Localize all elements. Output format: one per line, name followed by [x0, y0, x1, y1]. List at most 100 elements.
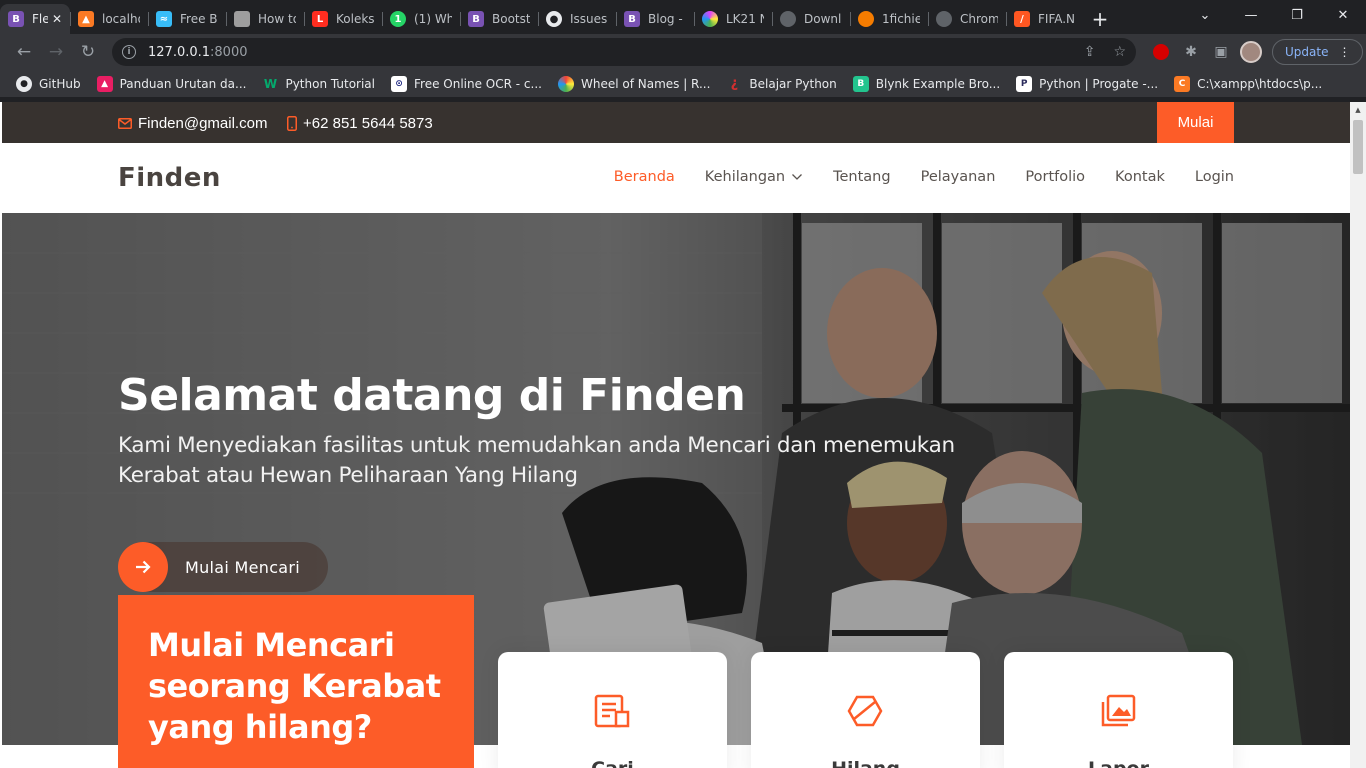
- nav-kehilangan[interactable]: Kehilangan: [705, 169, 803, 185]
- bookmarks-bar: ● GitHub ▲ Panduan Urutan da... W Python Tu…: [0, 70, 1366, 98]
- tab-label: Koleksi: [336, 12, 374, 26]
- bookmark-python-tutorial[interactable]: W Python Tutorial: [254, 76, 383, 92]
- bookmark-belajar-python[interactable]: ¿ Belajar Python: [718, 76, 844, 92]
- share-icon[interactable]: ⇪: [1084, 44, 1096, 60]
- tab-bootstrap[interactable]: B Bootstr: [460, 4, 538, 34]
- python-icon: ¿: [730, 76, 739, 91]
- phone-contact[interactable]: +62 851 5644 5873: [287, 115, 433, 132]
- forward-icon[interactable]: →: [40, 37, 72, 67]
- sidebar-icon[interactable]: ▣: [1206, 44, 1236, 60]
- fifa-icon: /: [1014, 11, 1030, 27]
- tab-label: Downl: [804, 12, 842, 26]
- blynk-icon: B: [852, 75, 869, 92]
- back-icon[interactable]: ←: [8, 37, 40, 67]
- bookmark-github[interactable]: ● GitHub: [8, 75, 89, 92]
- tab-label: Chrom: [960, 12, 998, 26]
- bookmark-blynk[interactable]: B Blynk Example Bro...: [845, 75, 1008, 92]
- bookmark-wheel[interactable]: Wheel of Names | R...: [550, 75, 718, 92]
- nav-tentang[interactable]: Tentang: [833, 169, 890, 185]
- chevron-down-icon[interactable]: ⌄: [1182, 0, 1228, 30]
- new-tab-button[interactable]: +: [1084, 4, 1116, 34]
- mulai-mencari-button[interactable]: Mulai Mencari: [118, 542, 328, 592]
- images-icon: [1101, 694, 1136, 727]
- xampp-icon: C: [1174, 75, 1191, 92]
- tab-label: Flex: [32, 12, 48, 26]
- tab-label: 1fichie: [882, 12, 920, 26]
- hexagon-icon: [847, 695, 883, 727]
- phone-text: +62 851 5644 5873: [303, 115, 433, 132]
- feature-card[interactable]: Hilang: [751, 652, 980, 768]
- tab-koleksi[interactable]: L Koleksi: [304, 4, 382, 34]
- promo-card: Mulai Mencari seorang Kerabat yang hilan…: [118, 595, 474, 768]
- email-contact[interactable]: Finden@gmail.com: [118, 115, 267, 132]
- mulai-button[interactable]: Mulai: [1157, 102, 1234, 143]
- tab-download[interactable]: Downl: [772, 4, 850, 34]
- tab-1fichier[interactable]: 1fichie: [850, 4, 928, 34]
- info-icon[interactable]: i: [122, 45, 136, 59]
- feature-card[interactable]: Cari: [498, 652, 727, 768]
- scroll-up-icon[interactable]: ▲: [1350, 102, 1366, 118]
- avatar[interactable]: [1236, 41, 1266, 63]
- browser-toolbar: ← → ↻ i 127.0.0.1:8000 ⇪ ☆ ✱ ▣ Update ⋮: [0, 34, 1366, 70]
- tab-chrome[interactable]: Chrom: [928, 4, 1006, 34]
- bookmark-panduan[interactable]: ▲ Panduan Urutan da...: [89, 75, 255, 92]
- nav-portfolio[interactable]: Portfolio: [1025, 169, 1085, 185]
- tab-label: (1) Wha: [414, 12, 452, 26]
- bootstrap-icon: B: [624, 11, 640, 27]
- url-port: :8000: [210, 44, 248, 60]
- feature-card[interactable]: Lapor: [1004, 652, 1233, 768]
- tab-flex[interactable]: B Flex ✕: [0, 4, 70, 34]
- page-scrollbar[interactable]: ▲: [1350, 102, 1366, 768]
- bookmark-label: Wheel of Names | R...: [580, 76, 711, 91]
- chevron-down-icon: [792, 174, 803, 180]
- bookmark-ocr[interactable]: ⊙ Free Online OCR - c...: [383, 75, 550, 92]
- bookmark-progate[interactable]: P Python | Progate -...: [1008, 75, 1166, 92]
- site-logo[interactable]: Finden: [118, 163, 221, 193]
- bookmark-label: GitHub: [39, 76, 81, 91]
- nav-login[interactable]: Login: [1195, 169, 1234, 185]
- tab-blog[interactable]: B Blog -: [616, 4, 694, 34]
- document-icon: [594, 694, 630, 728]
- nav-pelayanan[interactable]: Pelayanan: [921, 169, 996, 185]
- navbar: Finden Beranda Kehilangan Tentang Pelaya…: [2, 143, 1350, 213]
- tab-how-to[interactable]: How to: [226, 4, 304, 34]
- tab-label: How to: [258, 12, 296, 26]
- adblock-icon[interactable]: [1146, 44, 1176, 60]
- scroll-thumb[interactable]: [1353, 120, 1363, 174]
- tab-free-bootstrap[interactable]: ≈ Free Bo: [148, 4, 226, 34]
- tab-label: FIFA.N: [1038, 12, 1076, 26]
- restore-icon[interactable]: ❐: [1274, 0, 1320, 30]
- tab-fifa[interactable]: / FIFA.N: [1006, 4, 1084, 34]
- globe-icon: [936, 11, 952, 27]
- update-label: Update: [1285, 45, 1329, 59]
- reload-icon[interactable]: ↻: [72, 37, 104, 67]
- extensions-icon[interactable]: ✱: [1176, 44, 1206, 60]
- globe-icon: [780, 11, 796, 27]
- bootstrap-icon: B: [8, 11, 24, 27]
- tab-whatsapp[interactable]: 1 (1) Wha: [382, 4, 460, 34]
- phone-icon: [287, 116, 297, 131]
- tab-localhost[interactable]: ▲ localho: [70, 4, 148, 34]
- bookmark-xampp[interactable]: C C:\xampp\htdocs\p...: [1166, 75, 1330, 92]
- tab-issues[interactable]: ● Issues: [538, 4, 616, 34]
- hero-title: Selamat datang di Finden: [118, 370, 746, 421]
- close-icon[interactable]: ✕: [52, 12, 62, 26]
- update-button[interactable]: Update ⋮: [1272, 39, 1364, 65]
- hero-subtitle: Kami Menyediakan fasilitas untuk memudah…: [118, 433, 955, 488]
- address-bar[interactable]: i 127.0.0.1:8000 ⇪ ☆: [112, 38, 1136, 66]
- star-icon[interactable]: ☆: [1113, 44, 1126, 60]
- progate-icon: P: [1016, 75, 1033, 92]
- close-window-icon[interactable]: ✕: [1320, 0, 1366, 30]
- tab-lk21[interactable]: LK21 N: [694, 4, 772, 34]
- tab-strip: B Flex ✕ ▲ localho ≈ Free Bo How to L Kolek…: [0, 0, 1366, 34]
- wheel-icon: [557, 75, 574, 92]
- minimize-icon[interactable]: —: [1228, 0, 1274, 30]
- nav-beranda[interactable]: Beranda: [614, 169, 675, 185]
- bookmark-label: Belajar Python: [749, 76, 837, 91]
- tab-label: localho: [102, 12, 140, 26]
- page-icon: [234, 11, 250, 27]
- nav-kontak[interactable]: Kontak: [1115, 169, 1165, 185]
- bookmark-label: Free Online OCR - c...: [414, 76, 542, 91]
- page: Finden@gmail.com +62 851 5644 5873 Mulai…: [2, 102, 1350, 768]
- envelope-icon: [118, 118, 132, 129]
